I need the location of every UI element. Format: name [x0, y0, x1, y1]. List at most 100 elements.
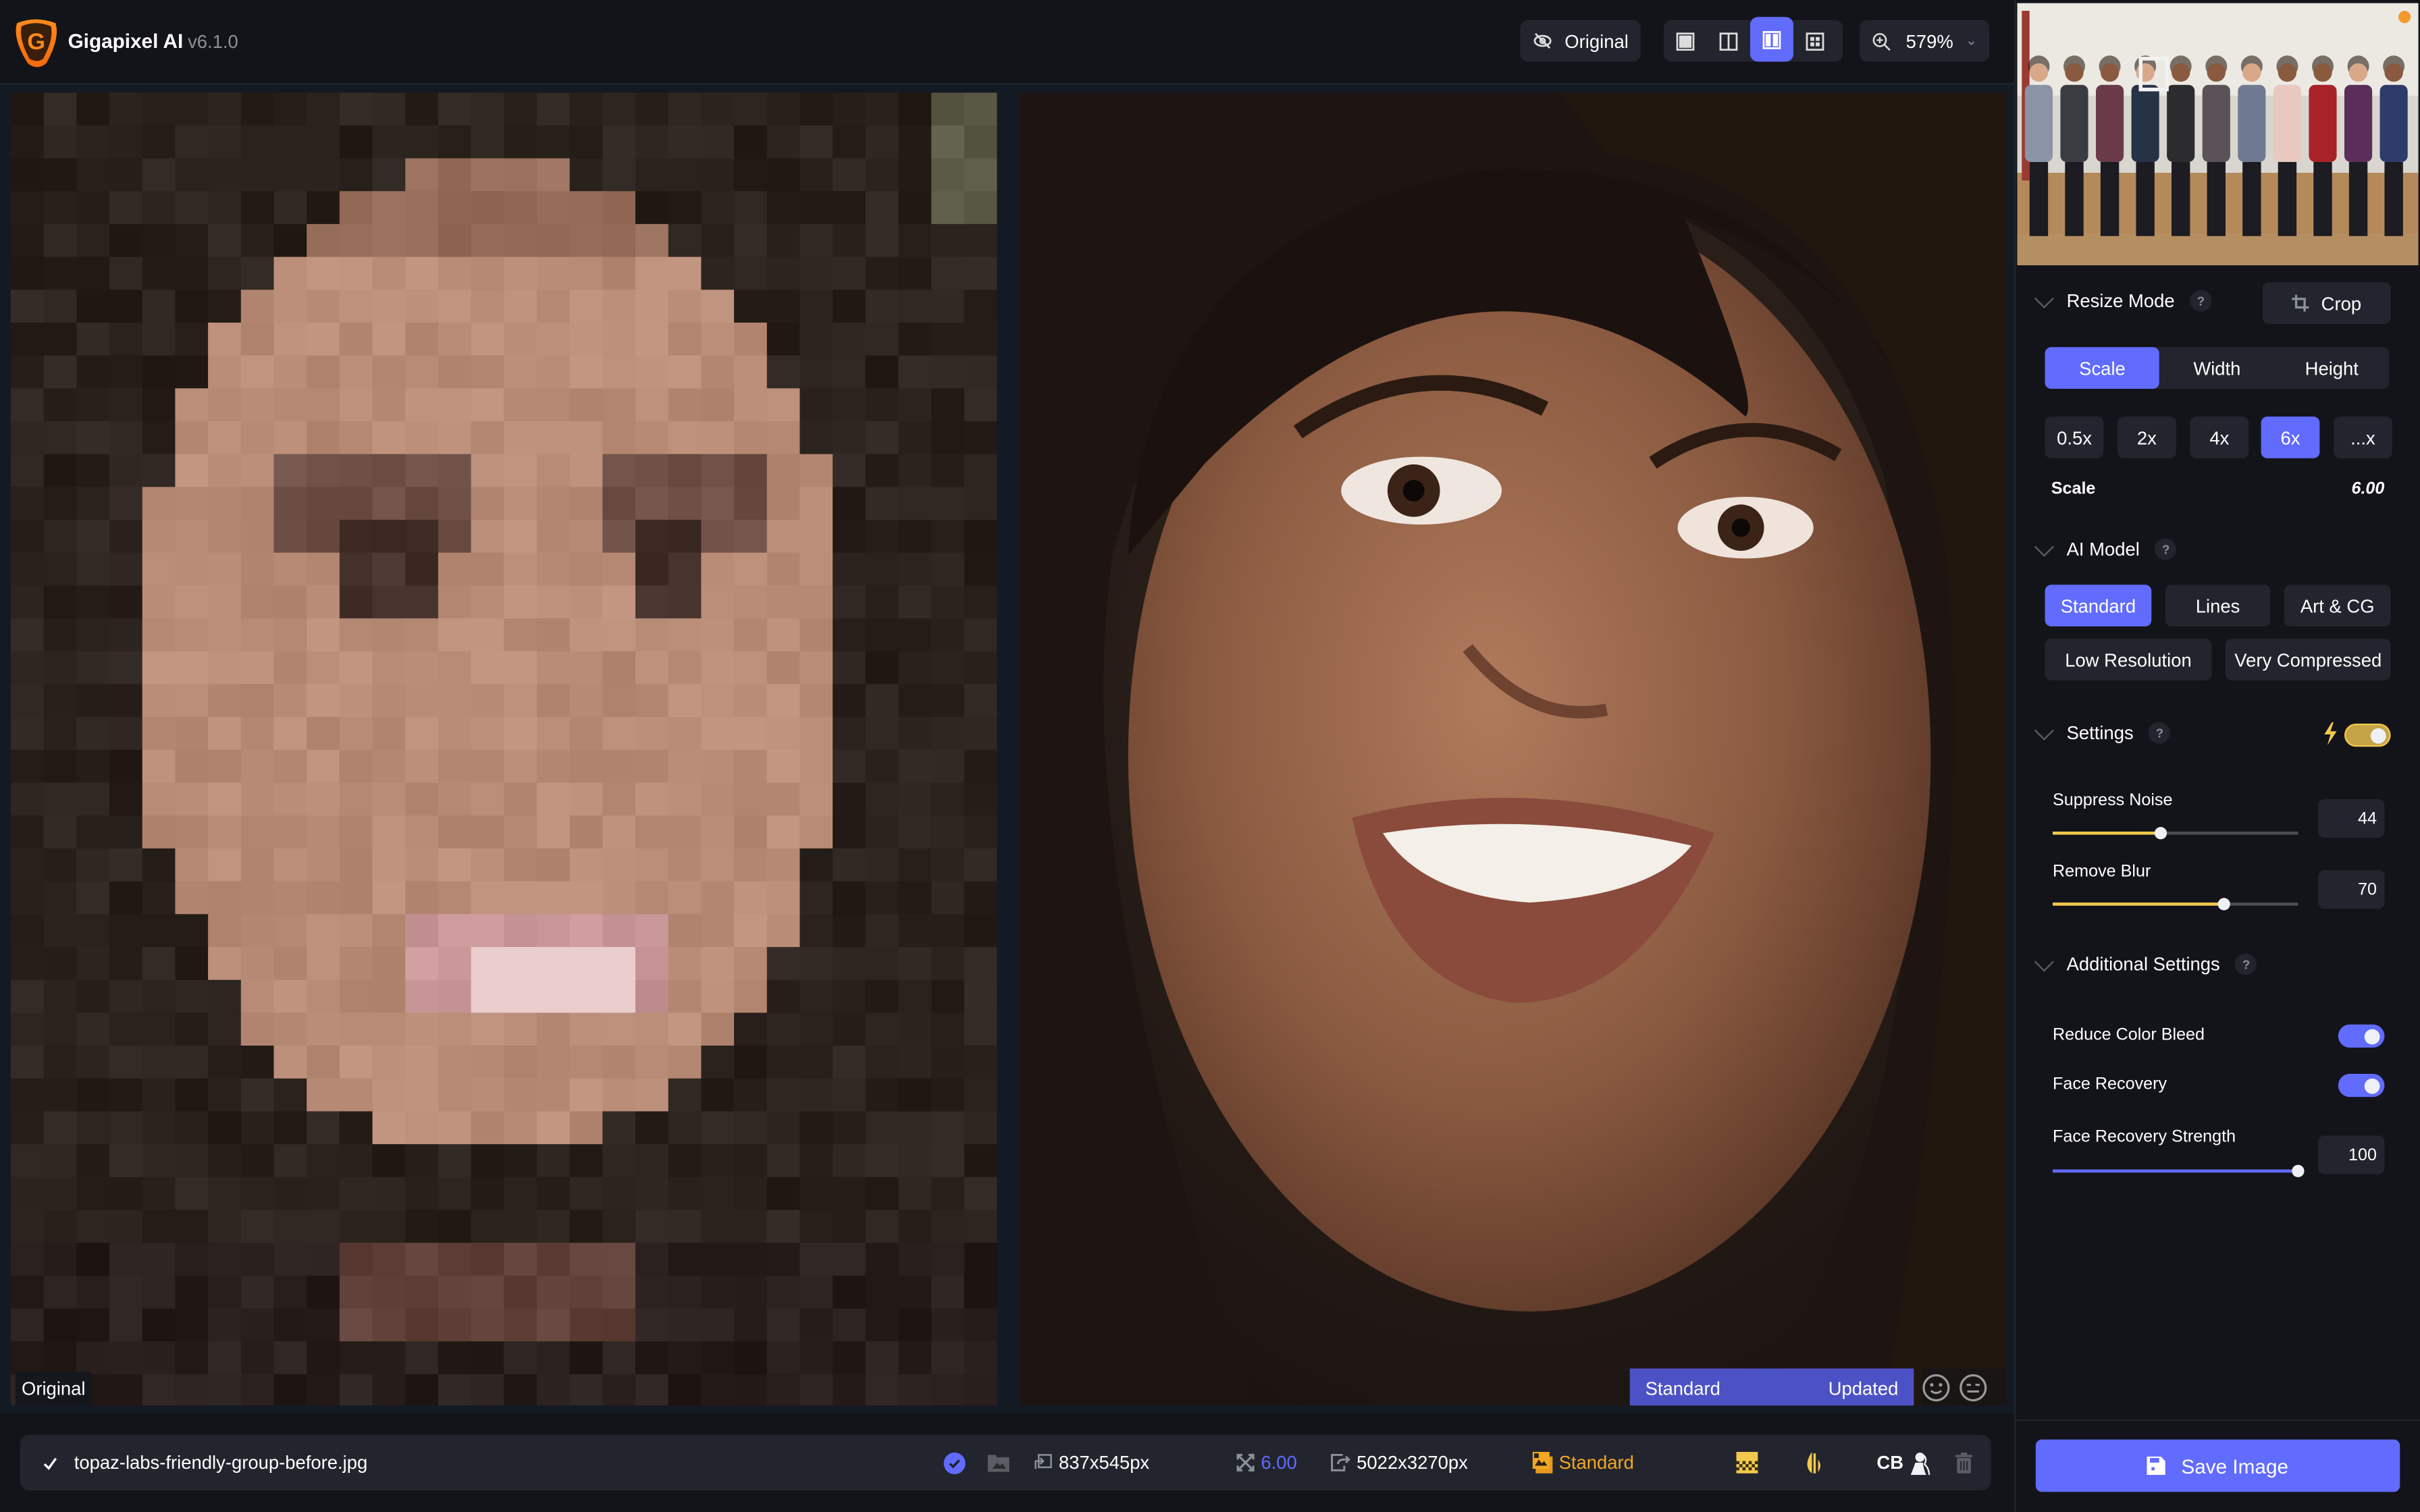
ai-model-header[interactable]: AI Model ?	[2034, 536, 2177, 560]
top-bar: G Gigapixel AI v6.1.0 Original 579% ⌄	[0, 0, 2014, 85]
face-recovery-icon	[1911, 1451, 1931, 1474]
chevron-down-icon	[2034, 720, 2054, 740]
slider-knob[interactable]	[2154, 827, 2167, 840]
grid-view-icon	[1806, 32, 1824, 50]
ai-model-option[interactable]: Art & CG	[2284, 585, 2391, 626]
gigapixel-logo-icon: G	[16, 19, 57, 68]
ai-model-title: AI Model	[2066, 538, 2140, 560]
color-bleed-indicator[interactable]: CB	[1876, 1451, 1931, 1474]
suppress-noise-input[interactable]: 44	[2318, 799, 2385, 838]
original-pixelated-image	[10, 92, 997, 1406]
resize-mode-title: Resize Mode	[2066, 290, 2175, 312]
original-image-pane[interactable]: Original	[10, 92, 997, 1406]
crop-label: Crop	[2321, 292, 2362, 315]
chevron-down-icon	[2034, 951, 2054, 971]
scale-readout: 6.00	[1236, 1452, 1297, 1474]
thumbnail-image	[2017, 3, 2419, 266]
noise-indicator[interactable]	[1736, 1451, 1758, 1474]
additional-settings-title: Additional Settings	[2066, 953, 2220, 975]
remove-blur-input[interactable]: 70	[2318, 870, 2385, 909]
app-window: G Gigapixel AI v6.1.0 Original 579% ⌄ Or…	[0, 0, 2420, 1512]
noise-pattern-icon	[1736, 1451, 1758, 1474]
navigator-indicator-dot	[2398, 10, 2411, 24]
remove-blur-label: Remove Blur	[2052, 862, 2151, 882]
app-name: Gigapixel AI	[68, 29, 184, 53]
view-mode-group	[1663, 17, 1843, 62]
face-recovery-strength-input[interactable]: 100	[2318, 1135, 2385, 1174]
delete-button[interactable]	[1955, 1452, 1973, 1474]
scale-preset-button[interactable]: 4x	[2190, 416, 2249, 458]
settings-panel: Resize Mode ? Crop Scale Width Height 0.…	[2014, 0, 2420, 1512]
model-status-bar: Standard Updated	[1629, 1368, 1914, 1406]
suppress-noise-slider[interactable]	[2052, 827, 2298, 840]
sharpen-drop-icon	[1807, 1451, 1820, 1474]
remove-blur-slider[interactable]	[2052, 898, 2298, 911]
reduce-color-bleed-toggle[interactable]	[2338, 1024, 2385, 1048]
smile-feedback-icon[interactable]	[1922, 1372, 1951, 1401]
model-indicator: Standard	[1532, 1451, 1634, 1474]
view-split-button[interactable]	[1707, 20, 1750, 62]
save-image-button[interactable]: Save Image	[2035, 1439, 2400, 1492]
ai-model-option[interactable]: Lines	[2165, 585, 2271, 626]
scale-preset-button[interactable]: 0.5x	[2045, 416, 2104, 458]
scale-label: Scale	[2051, 479, 2096, 499]
scale-value[interactable]: 6.00	[2351, 480, 2384, 498]
expand-arrows-icon	[1236, 1453, 1255, 1472]
scale-preset-button[interactable]: 6x	[2261, 416, 2320, 458]
view-grid-button[interactable]	[1793, 20, 1837, 62]
output-size: 5022x3270px	[1330, 1452, 1468, 1474]
app-title: Gigapixel AI v6.1.0	[68, 29, 238, 52]
help-icon[interactable]: ?	[2155, 538, 2177, 560]
slider-fill	[2052, 831, 2161, 835]
slider-knob[interactable]	[2218, 898, 2231, 911]
image-stack-icon	[1532, 1451, 1553, 1474]
ai-model-option[interactable]: Low Resolution	[2045, 639, 2212, 680]
input-size-icon	[1034, 1454, 1052, 1469]
scale-preset-button[interactable]: 2x	[2117, 416, 2176, 458]
resize-mode-header[interactable]: Resize Mode ?	[2034, 288, 2212, 312]
open-folder-button[interactable]	[987, 1453, 1009, 1472]
check-icon	[43, 1457, 57, 1469]
navigator-thumbnail[interactable]	[2017, 3, 2419, 266]
mode-width-tab[interactable]: Width	[2159, 347, 2274, 389]
face-recovery-strength-label: Face Recovery Strength	[2052, 1127, 2236, 1147]
file-selected-check[interactable]	[42, 1454, 59, 1471]
toggle-knob	[2364, 1028, 2380, 1044]
mode-scale-tab[interactable]: Scale	[2045, 347, 2160, 389]
slider-fill	[2052, 902, 2225, 906]
slider-knob[interactable]	[2292, 1164, 2305, 1177]
additional-settings-header[interactable]: Additional Settings ?	[2034, 951, 2257, 975]
original-pane-label: Original	[15, 1371, 92, 1406]
model-status-overlay: Standard Updated	[1629, 1368, 1914, 1406]
file-row[interactable]: topaz-labs-friendly-group-before.jpg 837…	[20, 1434, 1991, 1490]
input-size: 837x545px	[1034, 1452, 1149, 1474]
enhanced-face-image	[1020, 92, 2007, 1406]
scale-preset-button[interactable]: ...x	[2333, 416, 2392, 458]
ai-model-option[interactable]: Standard	[2045, 585, 2152, 626]
auto-settings-toggle[interactable]	[2344, 723, 2391, 747]
ai-model-option[interactable]: Very Compressed	[2225, 639, 2391, 680]
model-status-name: Standard	[1645, 1378, 1720, 1400]
processed-status	[943, 1451, 966, 1474]
show-original-button[interactable]: Original	[1520, 20, 1641, 62]
zoom-level: 579%	[1905, 30, 1953, 52]
enhanced-image-pane[interactable]: Standard Updated	[1020, 92, 2007, 1406]
zoom-dropdown[interactable]: 579% ⌄	[1860, 20, 1990, 62]
bottom-bar: topaz-labs-friendly-group-before.jpg 837…	[0, 1413, 2014, 1512]
help-icon[interactable]: ?	[2235, 953, 2257, 975]
face-recovery-toggle[interactable]	[2338, 1073, 2385, 1098]
help-icon[interactable]: ?	[2149, 722, 2171, 744]
original-label: Original	[1564, 30, 1629, 52]
view-single-button[interactable]	[1664, 20, 1707, 62]
help-icon[interactable]: ?	[2190, 290, 2212, 312]
chevron-down-icon: ⌄	[1966, 32, 1978, 48]
view-side-by-side-button[interactable]	[1750, 17, 1793, 62]
export-size-icon	[1331, 1453, 1350, 1472]
chevron-down-icon	[2034, 536, 2054, 556]
blur-indicator[interactable]	[1803, 1451, 1824, 1476]
mode-height-tab[interactable]: Height	[2274, 347, 2389, 389]
face-recovery-strength-slider[interactable]	[2052, 1164, 2305, 1177]
crop-button[interactable]: Crop	[2262, 282, 2391, 324]
settings-header[interactable]: Settings ?	[2034, 720, 2171, 744]
neutral-feedback-icon[interactable]	[1959, 1372, 1988, 1401]
